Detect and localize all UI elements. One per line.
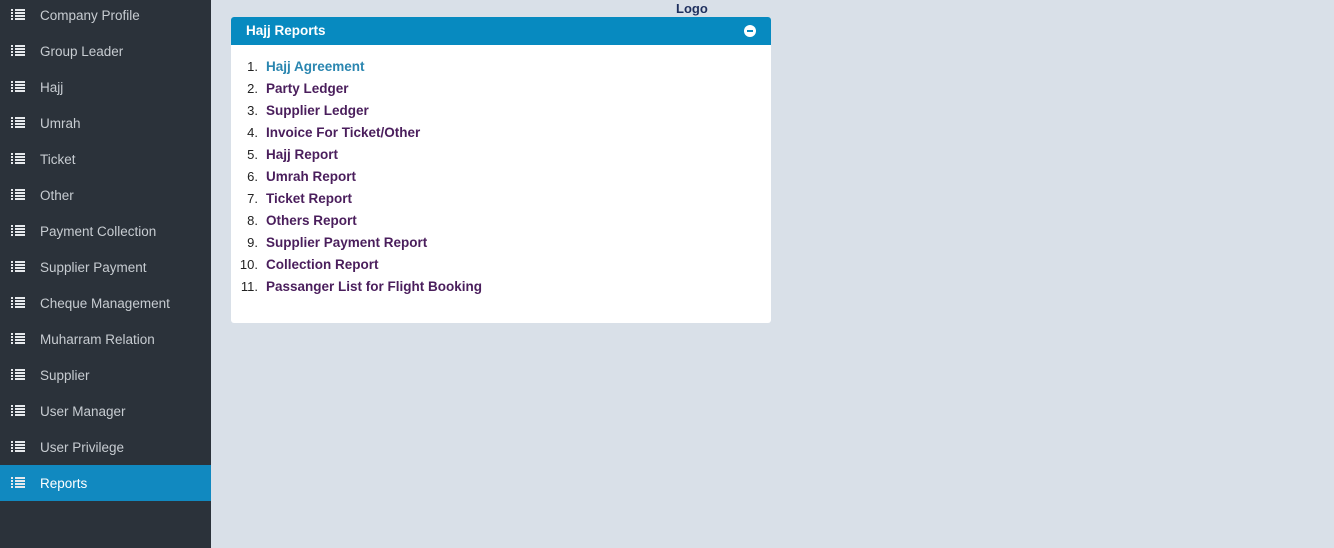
list-icon — [11, 405, 25, 416]
list-number: 8. — [247, 213, 258, 228]
sidebar-item-label: Supplier Payment — [40, 259, 147, 275]
list-number: 7. — [247, 191, 258, 206]
list-number: 4. — [247, 125, 258, 140]
report-link-ticket-report[interactable]: Ticket Report — [266, 189, 352, 209]
sidebar-item-label: Supplier — [40, 367, 90, 383]
sidebar-item-label: Muharram Relation — [40, 331, 155, 347]
list-icon — [11, 297, 25, 308]
list-number: 1. — [247, 59, 258, 74]
sidebar-item-label: User Manager — [40, 403, 126, 419]
sidebar-item-label: Payment Collection — [40, 223, 157, 239]
sidebar-item-label: Cheque Management — [40, 295, 170, 311]
sidebar-item-ticket[interactable]: Ticket — [0, 141, 211, 177]
list-icon — [11, 477, 25, 488]
list-icon — [11, 153, 25, 164]
sidebar-item-cheque-management[interactable]: Cheque Management — [0, 285, 211, 321]
minus-circle-icon[interactable] — [744, 25, 756, 37]
sidebar-item-label: Hajj — [40, 79, 64, 95]
sidebar-item-label: Reports — [40, 475, 88, 491]
sidebar-item-umrah[interactable]: Umrah — [0, 105, 211, 141]
list-icon — [11, 189, 25, 200]
report-link-supplier-payment-report[interactable]: Supplier Payment Report — [266, 233, 427, 253]
list-number: 9. — [247, 235, 258, 250]
list-icon — [11, 441, 25, 452]
sidebar-item-label: Ticket — [40, 151, 76, 167]
sidebar-item-muharram-relation[interactable]: Muharram Relation — [0, 321, 211, 357]
list-number: 3. — [247, 103, 258, 118]
report-link-hajj-agreement[interactable]: Hajj Agreement — [266, 57, 365, 77]
list-number: 2. — [247, 81, 258, 96]
sidebar-item-supplier[interactable]: Supplier — [0, 357, 211, 393]
list-icon — [11, 45, 25, 56]
sidebar-item-user-privilege[interactable]: User Privilege — [0, 429, 211, 465]
report-link-others-report[interactable]: Others Report — [266, 211, 357, 231]
sidebar-item-company-profile[interactable]: Company Profile — [0, 0, 211, 33]
sidebar-item-label: Umrah — [40, 115, 81, 131]
report-link-hajj-report[interactable]: Hajj Report — [266, 145, 338, 165]
logo-text: Logo — [676, 1, 708, 16]
report-link-collection-report[interactable]: Collection Report — [266, 255, 379, 275]
list-icon — [11, 225, 25, 236]
sidebar-item-other[interactable]: Other — [0, 177, 211, 213]
report-link-passanger-list-for-flight-booking[interactable]: Passanger List for Flight Booking — [266, 277, 482, 297]
list-icon — [11, 81, 25, 92]
report-link-supplier-ledger[interactable]: Supplier Ledger — [266, 101, 369, 121]
sidebar-item-group-leader[interactable]: Group Leader — [0, 33, 211, 69]
list-icon — [11, 261, 25, 272]
sidebar-item-label: Other — [40, 187, 74, 203]
sidebar-item-label: Group Leader — [40, 43, 124, 59]
sidebar-item-payment-collection[interactable]: Payment Collection — [0, 213, 211, 249]
sidebar-item-reports[interactable]: Reports — [0, 465, 211, 501]
report-link-party-ledger[interactable]: Party Ledger — [266, 79, 349, 99]
sidebar-item-hajj[interactable]: Hajj — [0, 69, 211, 105]
list-number: 5. — [247, 147, 258, 162]
report-link-umrah-report[interactable]: Umrah Report — [266, 167, 356, 187]
panel-header: Hajj Reports — [231, 17, 771, 45]
sidebar-item-label: Company Profile — [40, 7, 140, 23]
list-icon — [11, 369, 25, 380]
sidebar-item-label: User Privilege — [40, 439, 125, 455]
list-icon — [11, 9, 25, 20]
list-icon — [11, 333, 25, 344]
sidebar: Company Profile Group Leader Hajj Umrah Tick… — [0, 0, 211, 548]
list-number: 11. — [240, 279, 258, 294]
list-number: 6. — [247, 169, 258, 184]
panel-title: Hajj Reports — [246, 23, 326, 38]
sidebar-item-user-manager[interactable]: User Manager — [0, 393, 211, 429]
report-link-invoice-for-ticket-other[interactable]: Invoice For Ticket/Other — [266, 123, 420, 143]
hajj-reports-panel: Hajj Reports 1. Hajj Agreement 2. Party Led… — [231, 17, 771, 323]
sidebar-item-supplier-payment[interactable]: Supplier Payment — [0, 249, 211, 285]
list-icon — [11, 117, 25, 128]
list-number: 10. — [239, 257, 258, 272]
